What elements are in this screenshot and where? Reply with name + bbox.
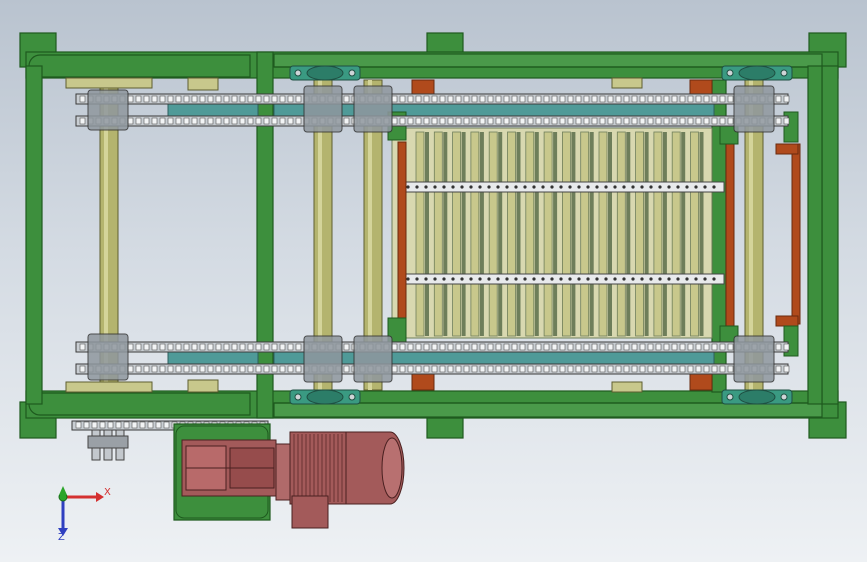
slat [507,131,516,337]
cad-viewport[interactable] [0,0,867,562]
slat [488,131,498,337]
slat [671,131,681,337]
axis-x-label: X [104,487,111,498]
slat [690,131,699,337]
left-side-rail [25,65,43,405]
slat [415,131,425,337]
slat [543,131,553,337]
axis-z-label: Z [58,532,65,543]
slat [433,131,443,337]
top-rail-inner [273,53,823,68]
tensioner [87,429,129,461]
right-side-rail [821,65,839,405]
corner-post-top-mid [426,32,464,54]
slat [598,131,608,337]
slat [635,131,644,337]
slat [452,131,462,337]
corner-post-bottom-mid [426,417,464,439]
slat [616,131,626,337]
bottom-rail-inner [273,402,823,418]
slat [562,131,571,337]
drive-unit[interactable] [87,423,405,529]
slat [580,131,590,337]
slat [470,131,480,337]
slat-conveyor [391,127,725,339]
slat [653,131,663,337]
triad-icon [58,486,104,536]
slat [525,131,535,337]
middle-divider [256,51,274,419]
